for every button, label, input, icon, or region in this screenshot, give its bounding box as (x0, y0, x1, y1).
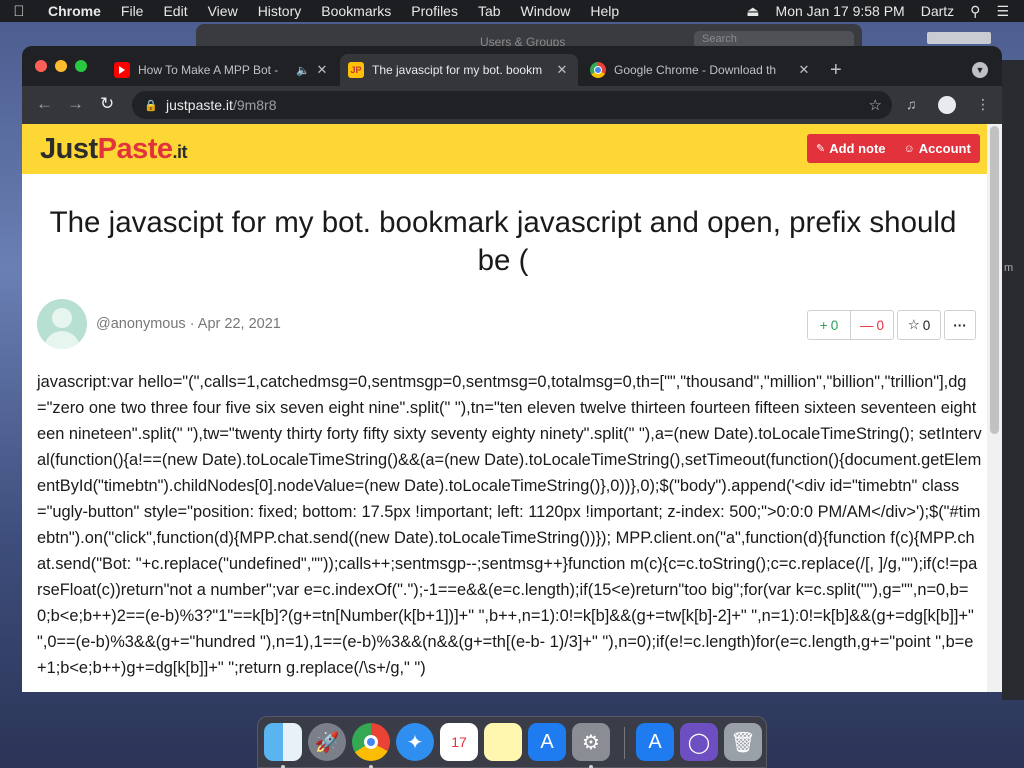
logo-just: Just (40, 133, 98, 165)
more-options-button[interactable]: ··· (944, 310, 976, 340)
background-window-edge: m (1002, 60, 1024, 700)
site-header: JustPaste.it ✎ Add note ☺ Account (22, 124, 987, 174)
downvote-button[interactable]: — 0 (850, 310, 894, 340)
tab-search-icon[interactable]: ▼ (972, 62, 988, 78)
avatar[interactable] (37, 299, 87, 349)
chrome-menu-icon[interactable]: ⋮ (976, 96, 990, 113)
vote-controls: + 0 — 0 ☆ 0 ··· (807, 310, 976, 340)
star-icon: ☆ (907, 317, 920, 332)
account-button[interactable]: ☺ Account (895, 141, 980, 156)
downvote-count: 0 (876, 317, 884, 333)
close-icon[interactable]: ✕ (314, 62, 330, 78)
bookmark-star-icon[interactable]: ☆ (869, 96, 882, 114)
meta-separator: · (189, 316, 195, 332)
add-note-label: Add note (829, 141, 886, 156)
menu-edit[interactable]: Edit (153, 0, 197, 22)
page-title: The javascipt for my bot. bookmark javas… (49, 206, 957, 277)
menu-view[interactable]: View (198, 0, 248, 22)
site-logo[interactable]: JustPaste.it (40, 133, 188, 166)
chrome-window: How To Make A MPP Bot - 🔈 ✕ JP The javas… (22, 46, 1002, 692)
scrollbar-thumb[interactable] (990, 126, 999, 434)
url-host: justpaste.it (166, 97, 233, 113)
window-close-button[interactable] (35, 60, 47, 72)
upvote-button[interactable]: + 0 (807, 310, 851, 340)
menu-profiles[interactable]: Profiles (401, 0, 468, 22)
speaker-icon[interactable]: 🔈 (296, 64, 310, 77)
window-minimize-button[interactable] (55, 60, 67, 72)
eject-icon[interactable]: ⏏ (739, 0, 766, 22)
tab-title: How To Make A MPP Bot - (138, 63, 279, 77)
trash-icon[interactable]: 🗑 (724, 723, 762, 761)
launchpad-icon[interactable]: 🚀 (308, 723, 346, 761)
url-path: /9m8r8 (232, 97, 277, 113)
desktop-drive-icon[interactable] (927, 32, 991, 44)
chrome-icon (590, 62, 606, 78)
chrome-icon[interactable] (352, 723, 390, 761)
favorite-button[interactable]: ☆ 0 (897, 310, 941, 340)
plus-icon: + (819, 317, 828, 333)
back-icon[interactable]: ← (36, 94, 53, 114)
safari-icon[interactable]: ✦ (396, 723, 434, 761)
address-bar[interactable]: 🔒 justpaste.it /9m8r8 ☆ (132, 91, 892, 119)
reload-icon[interactable]: ↻ (100, 94, 114, 114)
calendar-icon[interactable]: 17 (440, 723, 478, 761)
github-icon[interactable]: ◯ (680, 723, 718, 761)
logo-paste: Paste (97, 133, 173, 165)
background-window-edge-text: m (1004, 262, 1014, 274)
user-icon: ☺ (903, 142, 915, 155)
browser-toolbar: ← → ↻ 🔒 justpaste.it /9m8r8 ☆ ♫ ⋮ (22, 86, 1002, 124)
logo-it: .it (172, 142, 188, 162)
lock-icon[interactable]: 🔒 (136, 99, 166, 112)
notes-icon[interactable] (484, 723, 522, 761)
close-icon[interactable]: ✕ (796, 62, 812, 78)
tab-justpaste[interactable]: JP The javascipt for my bot. bookm ✕ (340, 54, 578, 86)
spotlight-search-icon[interactable]: ⚲ (963, 0, 987, 22)
account-label: Account (918, 141, 971, 156)
youtube-icon (114, 62, 130, 78)
menu-history[interactable]: History (248, 0, 312, 22)
page-viewport: JustPaste.it ✎ Add note ☺ Account The ja… (22, 124, 1002, 692)
forward-icon[interactable]: → (67, 94, 84, 114)
menu-app-name[interactable]: Chrome (38, 0, 111, 22)
header-actions: ✎ Add note ☺ Account (807, 134, 980, 163)
dock: 🚀 ✦ 17 A ⚙ A ◯ 🗑 (257, 716, 767, 768)
justpaste-icon: JP (348, 62, 364, 78)
menu-window[interactable]: Window (511, 0, 581, 22)
tab-title: The javascipt for my bot. bookm (372, 63, 543, 77)
app-store-downloads-icon[interactable]: A (636, 723, 674, 761)
author-meta: @anonymous · Apr 22, 2021 (96, 316, 281, 332)
media-control-icon[interactable]: ♫ (906, 96, 917, 112)
add-note-button[interactable]: ✎ Add note (807, 141, 895, 156)
page-scrollbar[interactable] (987, 124, 1002, 692)
menu-user[interactable]: Dartz (914, 0, 961, 22)
favorite-count: 0 (922, 317, 931, 333)
menu-bar:  Chrome File Edit View History Bookmark… (0, 0, 1024, 22)
edit-icon: ✎ (816, 143, 826, 155)
minus-icon: — (859, 317, 874, 333)
window-zoom-button[interactable] (75, 60, 87, 72)
author-name[interactable]: @anonymous (96, 316, 186, 332)
tab-chrome-download[interactable]: Google Chrome - Download th ✕ (582, 54, 820, 86)
menu-file[interactable]: File (111, 0, 154, 22)
app-store-icon[interactable]: A (528, 723, 566, 761)
close-icon[interactable]: ✕ (554, 62, 570, 78)
menu-bookmarks[interactable]: Bookmarks (311, 0, 401, 22)
menu-tab[interactable]: Tab (468, 0, 511, 22)
paste-content: javascript:var hello="(",calls=1,catched… (37, 373, 982, 677)
tab-youtube[interactable]: How To Make A MPP Bot - 🔈 ✕ (106, 54, 338, 86)
profile-avatar-icon[interactable] (938, 96, 956, 114)
control-center-icon[interactable]: ☰ (989, 0, 1016, 22)
menu-clock[interactable]: Mon Jan 17 9:58 PM (769, 0, 912, 22)
post-date: Apr 22, 2021 (197, 316, 281, 332)
tab-title: Google Chrome - Download th (614, 63, 777, 77)
system-preferences-icon[interactable]: ⚙ (572, 723, 610, 761)
new-tab-button[interactable]: + (830, 59, 842, 82)
finder-icon[interactable] (264, 723, 302, 761)
menu-help[interactable]: Help (580, 0, 629, 22)
apple-icon[interactable]:  (0, 3, 38, 20)
upvote-count: 0 (830, 317, 839, 333)
